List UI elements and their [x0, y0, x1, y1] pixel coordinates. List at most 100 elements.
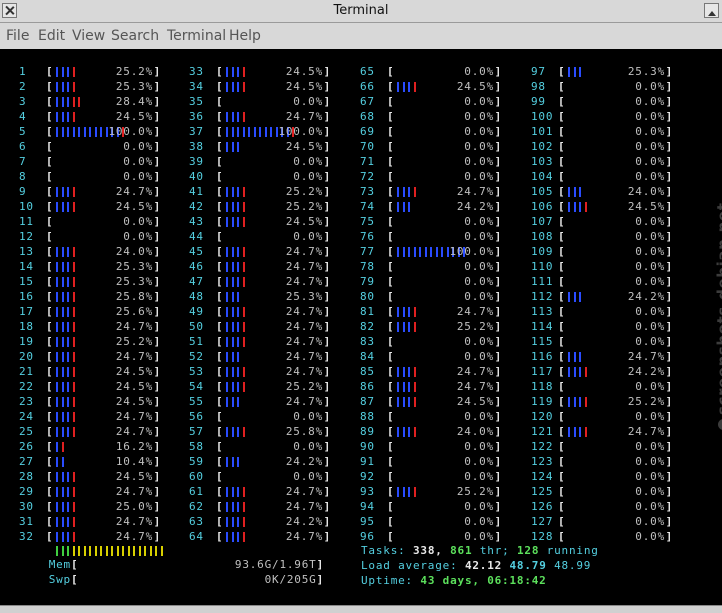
bar-segment: [72, 517, 75, 527]
bracket-left: [: [387, 320, 395, 333]
cpu-percent: 24.5%: [115, 380, 153, 393]
cpu-percent: 0.0%: [123, 215, 153, 228]
bar-segment: [67, 427, 69, 437]
bar-segment: [72, 382, 75, 392]
cpu-percent: 24.7%: [115, 350, 153, 363]
bar-segment: [56, 472, 58, 482]
load-label: Load average:: [361, 559, 458, 572]
bracket-left: [: [387, 80, 395, 93]
cpu-meter: 9 [24.7%]: [19, 185, 187, 199]
bracket-right: ]: [323, 65, 331, 78]
cpu-meter: 46 [24.7%]: [189, 260, 357, 274]
bracket-right: ]: [494, 95, 502, 108]
cpu-percent: 25.0%: [115, 500, 153, 513]
bracket-right: ]: [323, 500, 331, 513]
bar-segment: [72, 307, 75, 317]
bracket-left: [: [216, 185, 224, 198]
bar-segment: [83, 127, 86, 137]
bracket-right: ]: [665, 410, 673, 423]
menu-view[interactable]: View: [72, 28, 105, 44]
cpu-number: 30: [19, 500, 34, 513]
cpu-meter: 68 [0.0%]: [360, 110, 528, 124]
cpu-meter: 101 [0.0%]: [531, 125, 699, 139]
bracket-right: ]: [665, 110, 673, 123]
cpu-percent: 0.0%: [464, 470, 494, 483]
bar-segment: [72, 532, 75, 542]
bar-segment: [67, 307, 69, 317]
bracket-left: [: [387, 215, 395, 228]
bar-segment: [226, 532, 228, 542]
bracket-right: ]: [323, 170, 331, 183]
cpu-percent: 0.0%: [635, 155, 665, 168]
bracket-right: ]: [494, 455, 502, 468]
bar-segment: [61, 277, 64, 287]
cpu-number: 5: [19, 125, 27, 138]
bracket-right: ]: [494, 275, 502, 288]
bar-segment: [242, 427, 245, 437]
cpu-number: 114: [531, 320, 554, 333]
cpu-number: 47: [189, 275, 204, 288]
menu-search[interactable]: Search: [111, 28, 159, 44]
bar-segment: [61, 262, 64, 272]
cpu-number: 25: [19, 425, 34, 438]
bracket-right: ]: [494, 320, 502, 333]
cpu-meter: 94 [0.0%]: [360, 500, 528, 514]
bar-segment: [242, 187, 245, 197]
cpu-meter: 56 [0.0%]: [189, 410, 357, 424]
cpu-percent: 0.0%: [464, 290, 494, 303]
bar-segment: [408, 367, 410, 377]
bracket-right: ]: [494, 230, 502, 243]
cpu-number: 123: [531, 455, 554, 468]
bracket-right: ]: [665, 95, 673, 108]
bracket-left: [: [558, 140, 566, 153]
cpu-number: 87: [360, 395, 375, 408]
cpu-number: 45: [189, 245, 204, 258]
bar-segment: [242, 517, 245, 527]
bar-segment: [61, 472, 64, 482]
tasks-label: Tasks:: [361, 544, 406, 557]
cpu-usage-bar: [56, 80, 78, 94]
cpu-usage-bar: [56, 395, 78, 409]
bracket-right: ]: [323, 215, 331, 228]
bracket-right: ]: [323, 275, 331, 288]
maximize-icon[interactable]: [704, 3, 719, 18]
bracket-right: ]: [494, 440, 502, 453]
cpu-meter: 111 [0.0%]: [531, 275, 699, 289]
cpu-percent: 0.0%: [293, 230, 323, 243]
cpu-percent: 100.0%: [449, 245, 494, 258]
cpu-number: 59: [189, 455, 204, 468]
cpu-usage-bar: [56, 320, 78, 334]
cpu-number: 27: [19, 455, 34, 468]
cpu-number: 36: [189, 110, 204, 123]
bracket-left: [: [46, 95, 54, 108]
bar-segment: [67, 202, 69, 212]
cpu-meter: 50 [24.7%]: [189, 320, 357, 334]
menu-file[interactable]: File: [6, 28, 29, 44]
cpu-number: 42: [189, 200, 204, 213]
cpu-usage-bar: [56, 470, 78, 484]
menu-help[interactable]: Help: [229, 28, 261, 44]
menu-terminal[interactable]: Terminal: [167, 28, 226, 44]
cpu-percent: 24.5%: [115, 110, 153, 123]
mem-bar-segment: [105, 546, 108, 556]
cpu-meter: 114 [0.0%]: [531, 320, 699, 334]
horizontal-scrollbar[interactable]: [0, 605, 722, 613]
terminal-screen[interactable]: 1[25.2%] 2[25.3%] 3[28.4%] 4[24.5%] 5[100.0%…: [0, 49, 722, 602]
bar-segment: [67, 97, 69, 107]
cpu-number: 103: [531, 155, 554, 168]
cpu-meter: 72 [0.0%]: [360, 170, 528, 184]
bar-segment: [397, 307, 399, 317]
cpu-meter: 95 [0.0%]: [360, 515, 528, 529]
bracket-left: [: [387, 170, 395, 183]
cpu-number: 43: [189, 215, 204, 228]
bar-segment: [413, 247, 416, 257]
cpu-usage-bar: [56, 380, 78, 394]
bracket-right: ]: [153, 380, 161, 393]
cpu-usage-bar: [568, 395, 590, 409]
cpu-percent: 24.7%: [456, 365, 494, 378]
menu-edit[interactable]: Edit: [38, 28, 65, 44]
bar-segment: [67, 187, 69, 197]
cpu-usage-bar: [397, 305, 419, 319]
bracket-left: [: [216, 500, 224, 513]
cpu-number: 4: [19, 110, 27, 123]
